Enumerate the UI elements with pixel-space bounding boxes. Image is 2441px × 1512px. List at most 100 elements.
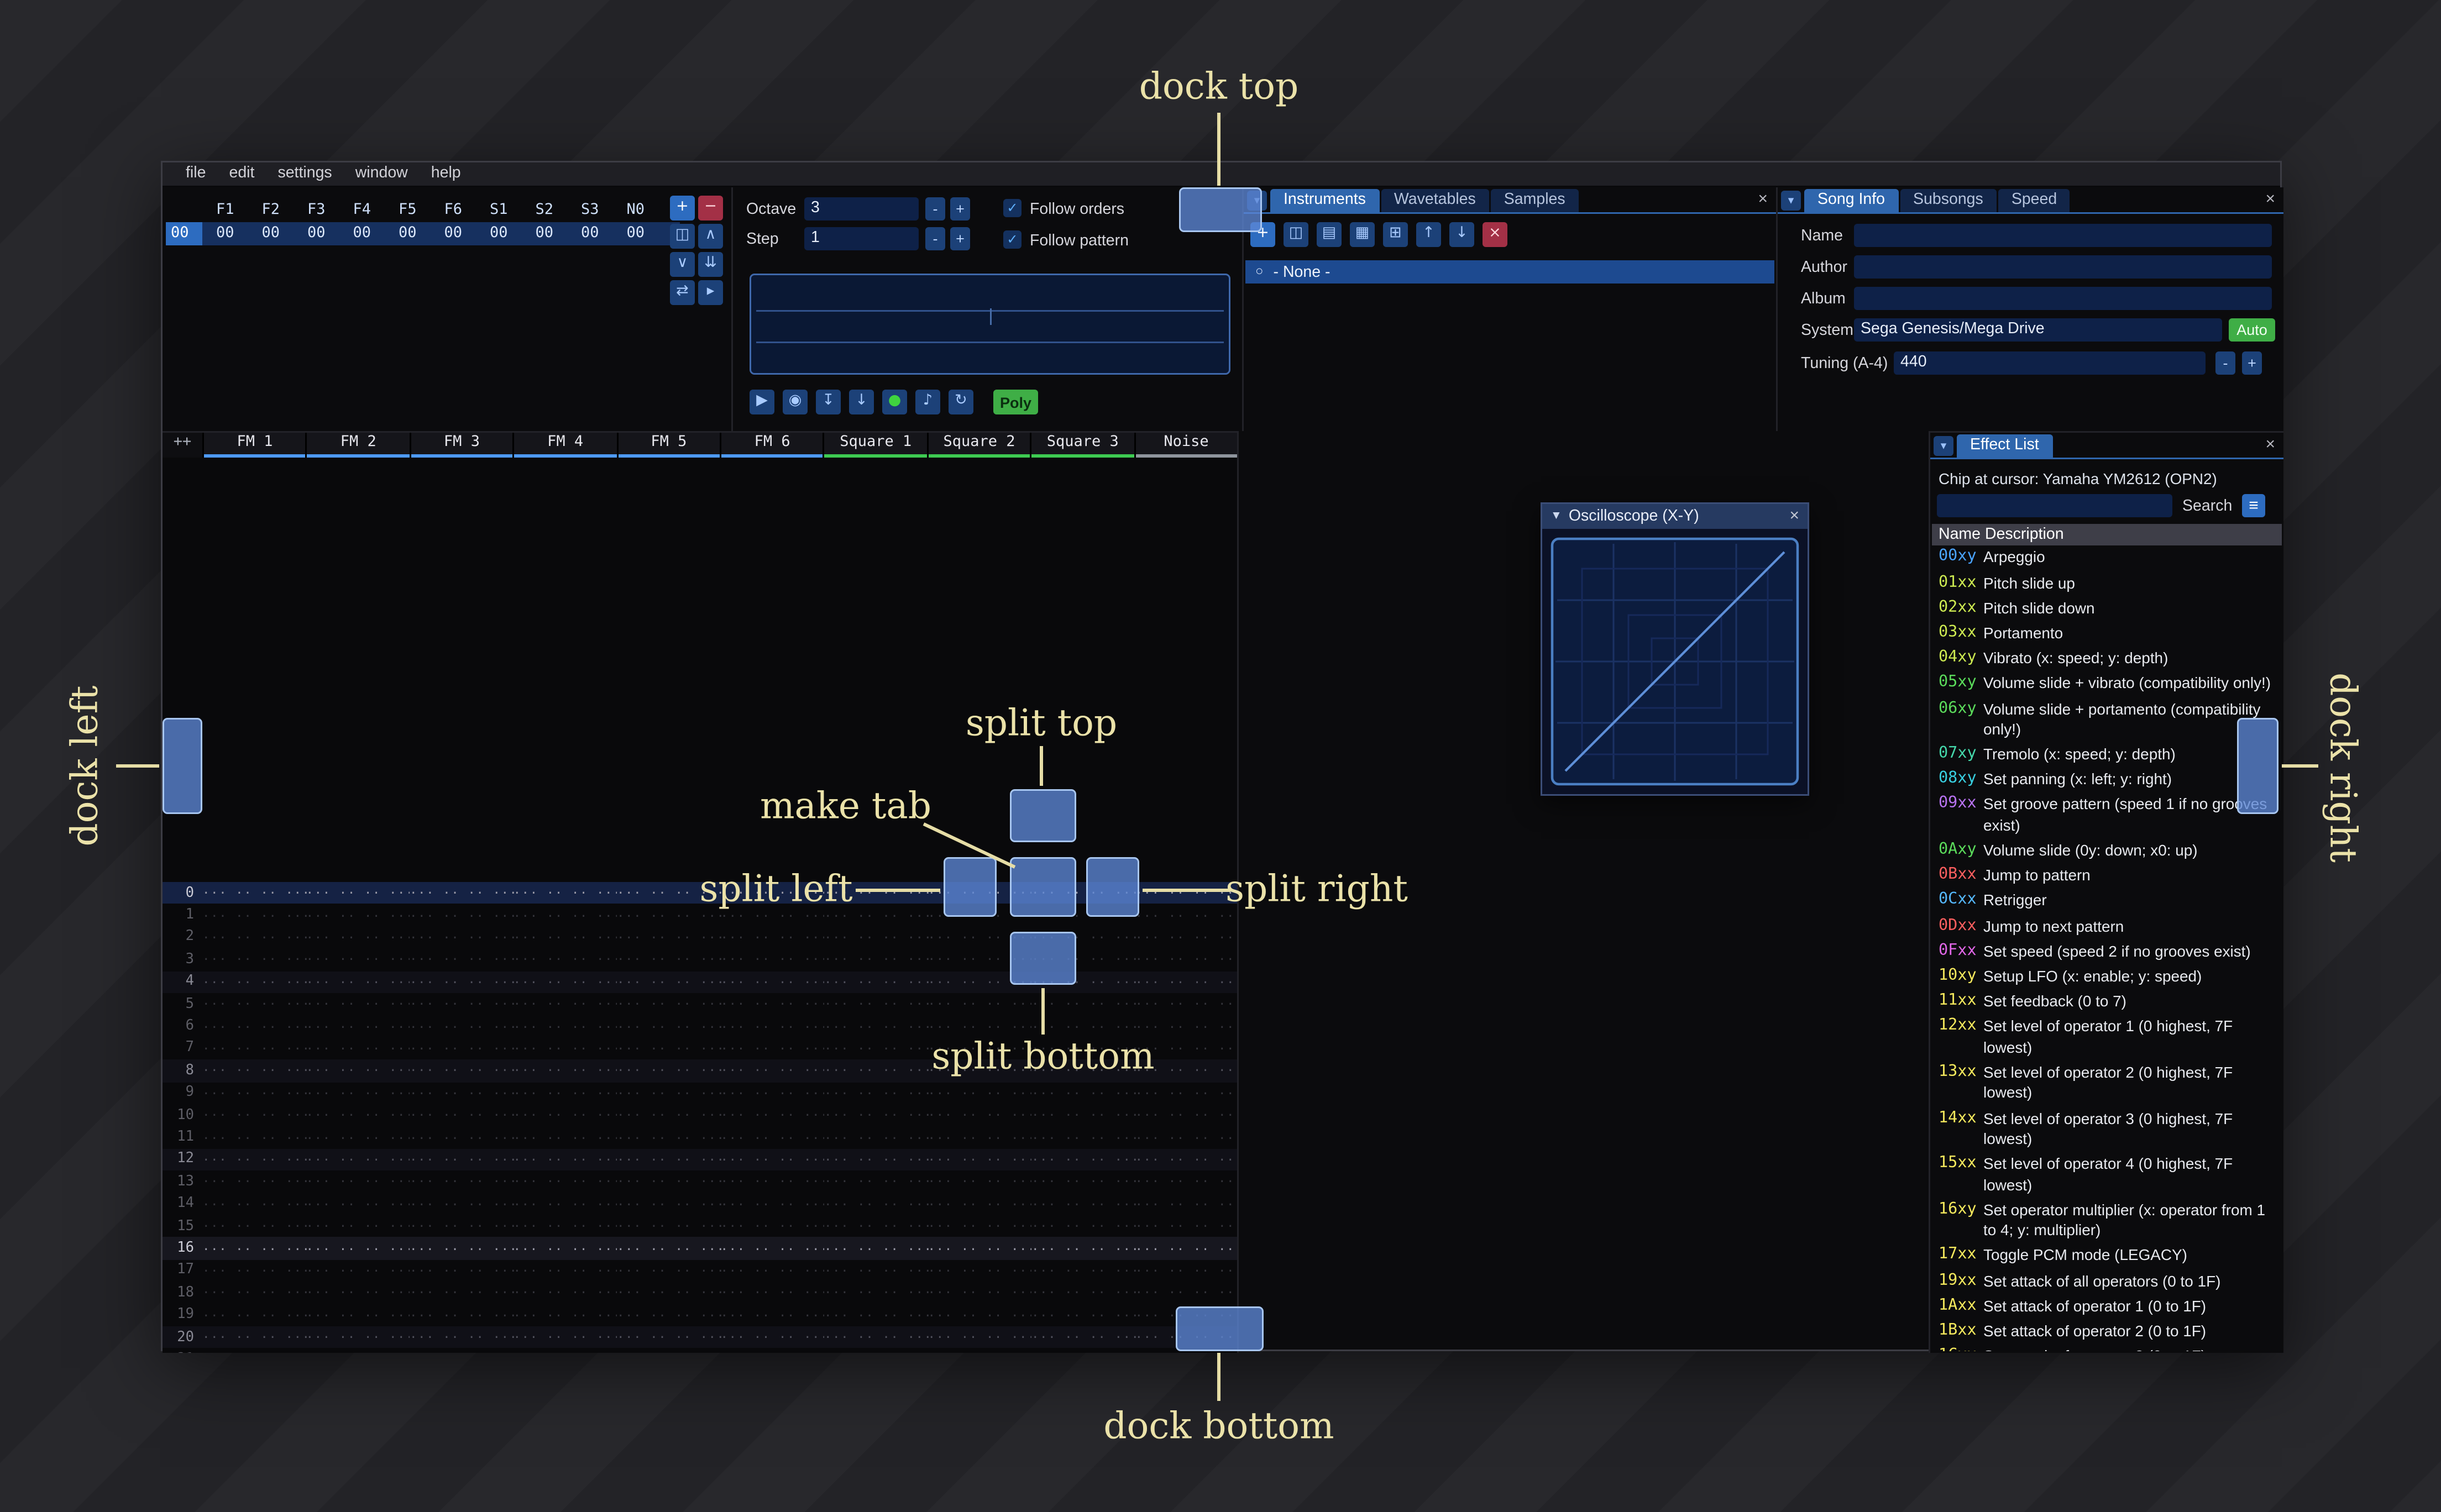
pattern-cell[interactable]: ··· ·· ·· ···	[306, 1174, 410, 1189]
follow-orders-checkbox[interactable]: ✓	[1003, 199, 1022, 217]
pattern-cell[interactable]: ··· ·· ·· ···	[306, 1063, 410, 1078]
pattern-cell[interactable]: ··· ·· ·· ···	[306, 1041, 410, 1056]
pattern-cell[interactable]: ··· ·· ·· ···	[514, 908, 617, 923]
pattern-cell[interactable]: ··· ·· ·· ···	[202, 1308, 306, 1322]
open-instrument-button[interactable]: ▤	[1317, 222, 1342, 247]
tuning-plus-button[interactable]: +	[2242, 351, 2262, 375]
pattern-cell[interactable]: ··· ·· ·· ···	[202, 1152, 306, 1167]
pattern-cell[interactable]: ··· ·· ·· ···	[202, 1174, 306, 1189]
orders-cell[interactable]: 00	[248, 225, 294, 242]
play-pattern-button[interactable]: ◉	[783, 390, 808, 414]
pattern-cell[interactable]: ··· ·· ·· ···	[928, 1174, 1032, 1189]
pattern-cell[interactable]: ··· ·· ·· ···	[1135, 1085, 1238, 1100]
pattern-cell[interactable]: ··· ·· ·· ···	[410, 1041, 514, 1056]
pattern-cell[interactable]: ··· ·· ·· ···	[1135, 1241, 1238, 1256]
orders-cell[interactable]: 00	[522, 225, 568, 242]
instruments-tab-samples[interactable]: Samples	[1490, 189, 1579, 212]
pattern-cell[interactable]: ··· ·· ·· ···	[410, 997, 514, 1012]
pattern-cell[interactable]: ··· ·· ·· ···	[202, 908, 306, 923]
pattern-cell[interactable]: ··· ·· ·· ···	[410, 1174, 514, 1189]
pattern-cell[interactable]: ··· ·· ·· ···	[410, 908, 514, 923]
pattern-cell[interactable]: ··· ·· ·· ···	[306, 1019, 410, 1034]
pattern-cell[interactable]: ··· ·· ·· ···	[617, 952, 721, 967]
orders-cell[interactable]: 00	[339, 225, 385, 242]
dock-target-bottom[interactable]	[1176, 1306, 1264, 1351]
channel-header-fm-3[interactable]: FM 3	[409, 433, 513, 458]
tab-list-arrow-icon[interactable]: ▾	[1934, 436, 1953, 456]
pattern-cell[interactable]: ··· ·· ·· ···	[514, 886, 617, 901]
pattern-cell[interactable]: ··· ·· ·· ···	[306, 1285, 410, 1300]
pattern-cell[interactable]: ··· ·· ·· ···	[721, 1108, 825, 1123]
pattern-cell[interactable]: ··· ·· ·· ···	[824, 1308, 928, 1322]
channel-header-square-2[interactable]: Square 2	[926, 433, 1030, 458]
pattern-cell[interactable]: ··· ·· ·· ···	[514, 952, 617, 967]
orders-cell[interactable]: 00	[476, 225, 522, 242]
pattern-cell[interactable]: ··· ·· ·· ···	[202, 1352, 306, 1353]
pattern-cell[interactable]: ··· ·· ·· ···	[1135, 1196, 1238, 1211]
channel-header-fm-6[interactable]: FM 6	[720, 433, 824, 458]
pattern-cell[interactable]: ··· ·· ·· ···	[202, 1063, 306, 1078]
pattern-cell[interactable]: ··· ·· ·· ···	[617, 1152, 721, 1167]
duplicate-order-to-end-button[interactable]: ⇊	[698, 252, 723, 277]
system-auto-button[interactable]: Auto	[2229, 318, 2275, 342]
step-minus-button[interactable]: -	[925, 227, 945, 250]
pattern-cell[interactable]: ··· ·· ·· ···	[514, 1285, 617, 1300]
delete-instrument-button[interactable]: ×	[1483, 222, 1507, 247]
channel-header-square-3[interactable]: Square 3	[1030, 433, 1134, 458]
dock-target-left[interactable]	[163, 718, 202, 814]
effect-tab-effect-list[interactable]: Effect List	[1957, 434, 2052, 458]
pattern-cell[interactable]: ··· ·· ·· ···	[928, 1219, 1032, 1234]
pattern-cell[interactable]: ··· ·· ·· ···	[928, 1130, 1032, 1145]
pattern-cell[interactable]: ··· ·· ·· ···	[824, 1219, 928, 1234]
metronome-button[interactable]: ♪	[915, 390, 940, 414]
pattern-cell[interactable]: ··· ·· ·· ···	[1031, 1330, 1135, 1345]
pattern-cell[interactable]: ··· ·· ·· ···	[202, 1108, 306, 1123]
pattern-cell[interactable]: ··· ·· ·· ···	[928, 1196, 1032, 1211]
song-field-input-album[interactable]	[1854, 287, 2272, 310]
pattern-cell[interactable]: ··· ·· ·· ···	[824, 1152, 928, 1167]
pattern-cell[interactable]: ··· ·· ·· ···	[721, 1241, 825, 1256]
step-plus-button[interactable]: +	[950, 227, 970, 250]
pattern-cell[interactable]: ··· ·· ·· ···	[306, 1352, 410, 1353]
move-order-up-button[interactable]: ∧	[698, 224, 723, 249]
pattern-cell[interactable]: ··· ·· ·· ···	[1031, 1308, 1135, 1322]
orders-row-number[interactable]: 00	[166, 222, 202, 245]
toggle-folder-view-button[interactable]: ⊞	[1383, 222, 1408, 247]
pattern-cell[interactable]: ··· ·· ·· ···	[721, 1263, 825, 1278]
orders-cell[interactable]: 00	[431, 225, 476, 242]
pattern-cell[interactable]: ··· ·· ·· ···	[202, 1285, 306, 1300]
split-target-bottom[interactable]	[1010, 932, 1076, 985]
pattern-cell[interactable]: ··· ·· ·· ···	[306, 908, 410, 923]
order-edit-mode-button[interactable]: ▸	[698, 280, 723, 305]
pattern-cell[interactable]: ··· ·· ·· ···	[617, 1019, 721, 1034]
pattern-cell[interactable]: ··· ·· ·· ···	[514, 974, 617, 989]
pattern-cell[interactable]: ··· ·· ·· ···	[617, 1196, 721, 1211]
pattern-cell[interactable]: ··· ·· ·· ···	[617, 1219, 721, 1234]
remove-order-button[interactable]: −	[698, 196, 723, 221]
pattern-cell[interactable]: ··· ·· ·· ···	[721, 952, 825, 967]
pattern-cell[interactable]: ··· ·· ·· ···	[928, 1308, 1032, 1322]
pattern-cell[interactable]: ··· ·· ·· ···	[410, 1063, 514, 1078]
tuning-input[interactable]: 440	[1894, 351, 2206, 375]
pattern-cell[interactable]: ··· ·· ·· ···	[410, 1196, 514, 1211]
move-instrument-down-button[interactable]: ↓	[1449, 222, 1474, 247]
pattern-cell[interactable]: ··· ·· ·· ···	[721, 1174, 825, 1189]
pattern-cell[interactable]: ··· ·· ·· ···	[824, 1041, 928, 1056]
pattern-cell[interactable]: ··· ·· ·· ···	[721, 1019, 825, 1034]
pattern-cell[interactable]: ··· ·· ·· ···	[202, 930, 306, 945]
step-one-row-button[interactable]: ↧	[816, 390, 841, 414]
pattern-cell[interactable]: ··· ·· ·· ···	[617, 1241, 721, 1256]
pattern-cell[interactable]: ··· ·· ·· ···	[1031, 1263, 1135, 1278]
pattern-cell[interactable]: ··· ·· ·· ···	[824, 1196, 928, 1211]
pattern-cell[interactable]: ··· ·· ·· ···	[721, 1152, 825, 1167]
pattern-cell[interactable]: ··· ·· ·· ···	[721, 1196, 825, 1211]
pattern-cell[interactable]: ··· ·· ·· ···	[1031, 1130, 1135, 1145]
pattern-cell[interactable]: ··· ·· ·· ···	[928, 1263, 1032, 1278]
pattern-cell[interactable]: ··· ·· ·· ···	[306, 997, 410, 1012]
pattern-cell[interactable]: ··· ·· ·· ···	[1031, 1352, 1135, 1353]
pattern-expand-buttons[interactable]: ++	[163, 433, 202, 458]
dock-target-top[interactable]	[1179, 187, 1262, 232]
poly-toggle-button[interactable]: Poly	[993, 390, 1038, 414]
dock-target-right[interactable]	[2237, 718, 2278, 814]
pattern-cell[interactable]: ··· ·· ·· ···	[928, 1330, 1032, 1345]
